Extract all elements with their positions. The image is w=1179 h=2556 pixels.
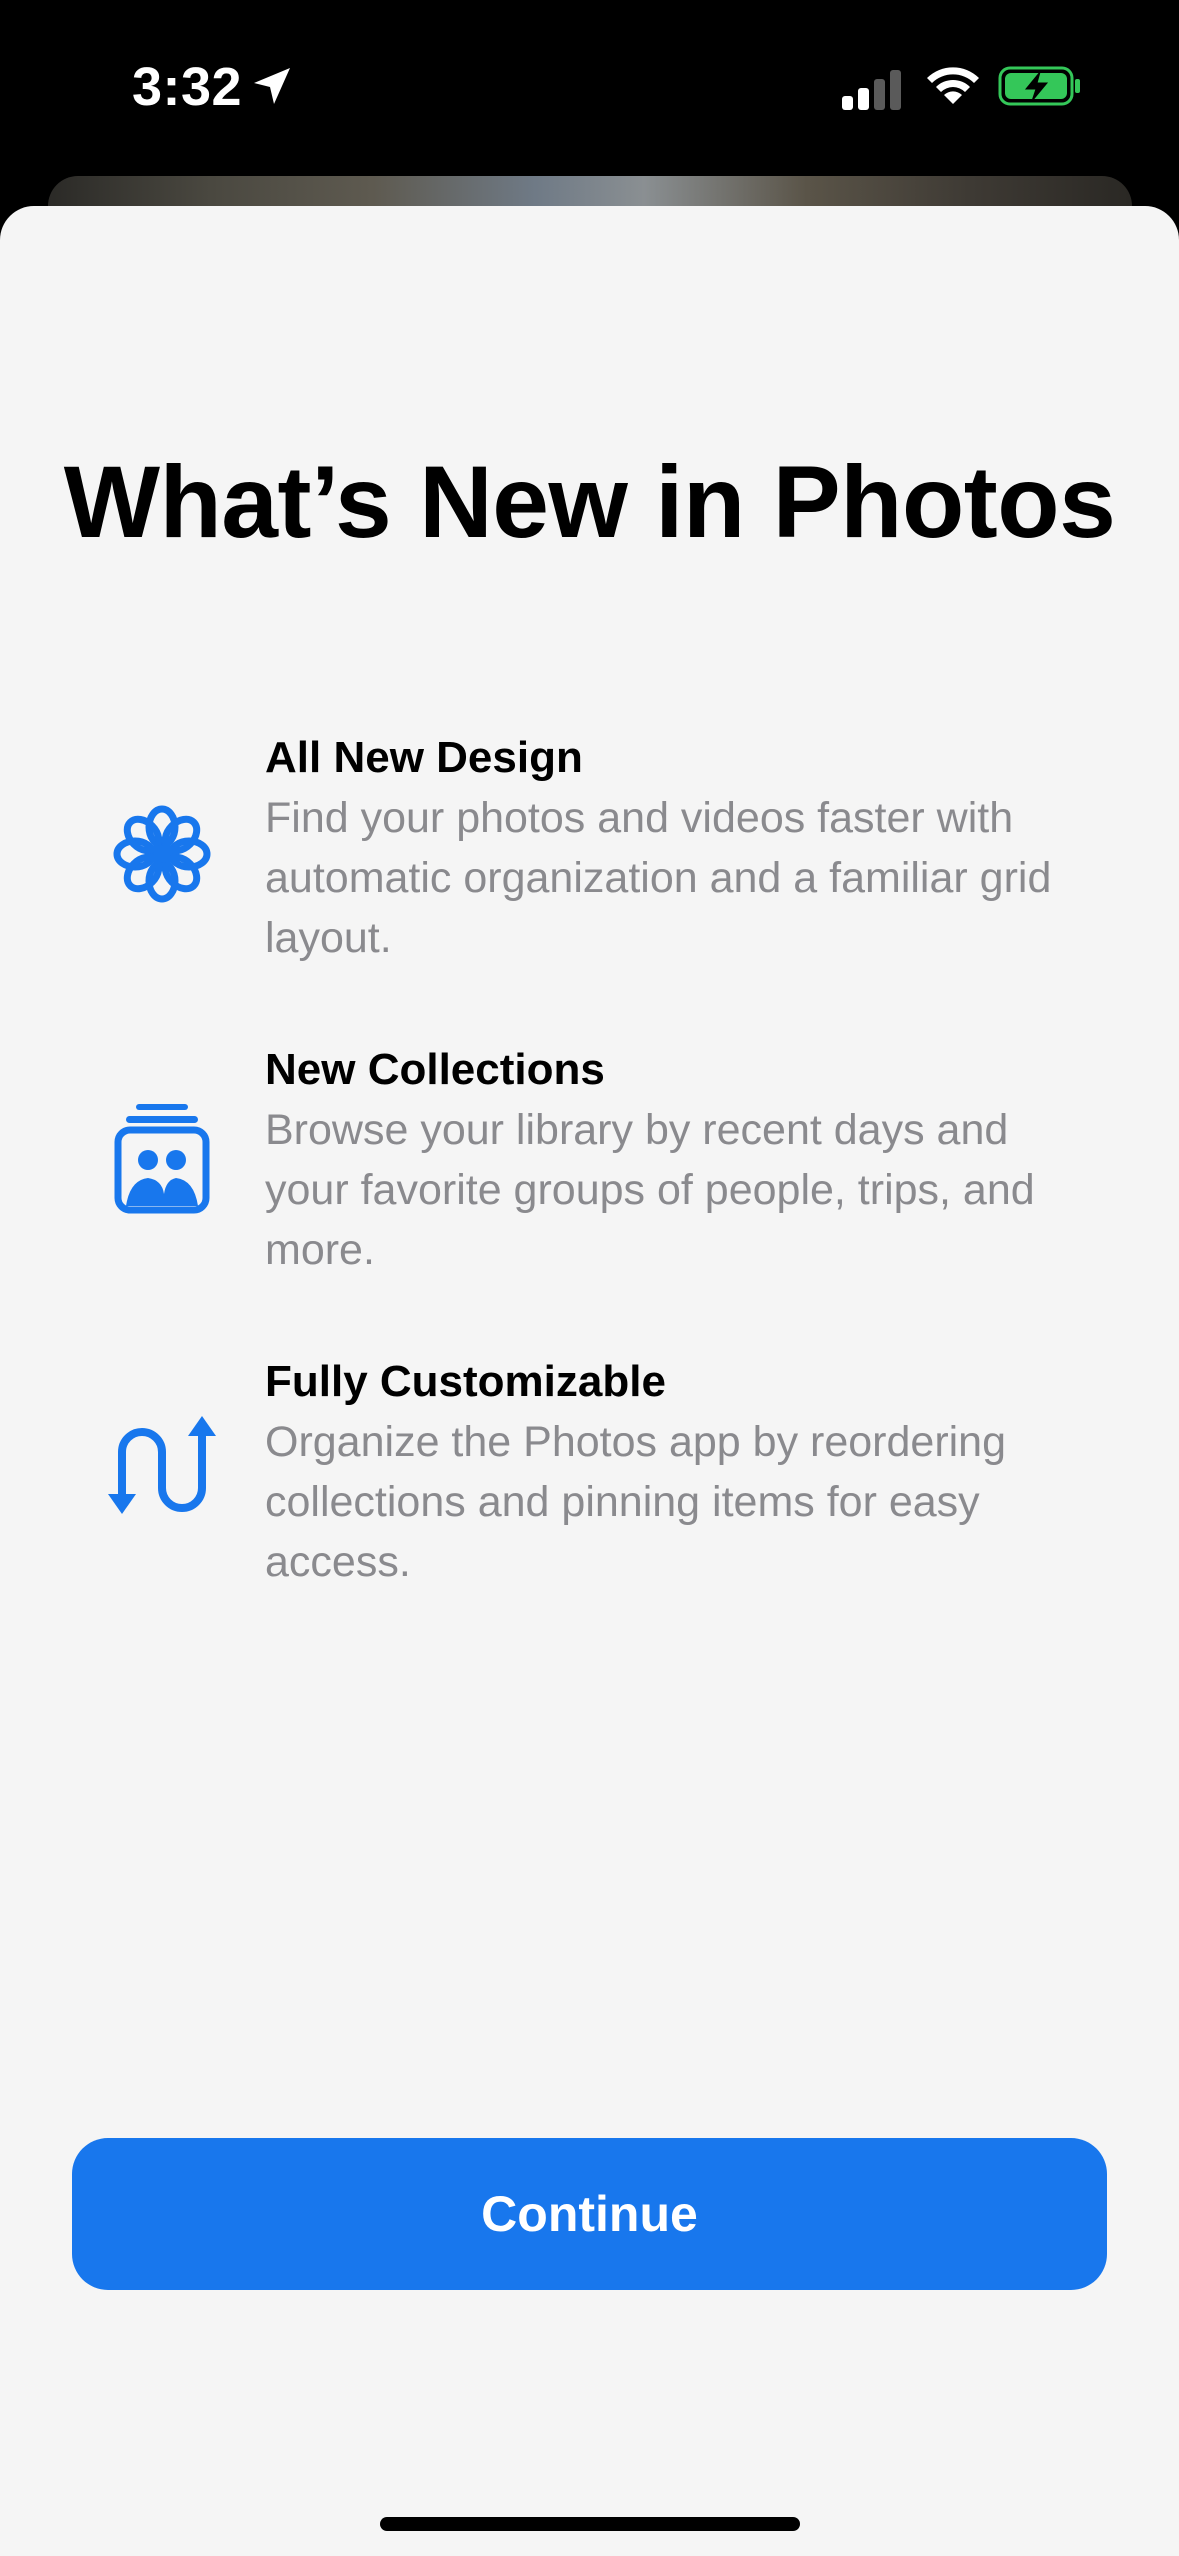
feature-text-customizable: Fully Customizable Organize the Photos a… — [265, 1352, 1095, 1592]
status-bar: 3:32 — [0, 0, 1179, 170]
home-indicator[interactable] — [380, 2517, 800, 2531]
status-time: 3:32 — [132, 57, 243, 117]
wifi-icon — [927, 67, 979, 104]
feature-description: Browse your library by recent days and y… — [265, 1106, 1035, 1274]
feature-text-collections: New Collections Browse your library by r… — [265, 1040, 1095, 1280]
feature-title: Fully Customizable — [265, 1357, 666, 1406]
feature-description: Organize the Photos app by reordering co… — [265, 1418, 1007, 1586]
battery-charging-icon — [998, 66, 1080, 106]
cellular-signal-icon — [842, 70, 901, 110]
sheet-title: What’s New in Photos — [63, 445, 1116, 559]
screen: 3:32 What’s New in Photos All New Design… — [0, 0, 1179, 2556]
feature-title: New Collections — [265, 1045, 605, 1094]
whats-new-sheet: What’s New in Photos All New Design Find… — [0, 206, 1179, 2556]
feature-description: Find your photos and videos faster with … — [265, 794, 1052, 962]
location-arrow-icon — [254, 68, 290, 104]
feature-text-design: All New Design Find your photos and vide… — [265, 728, 1095, 968]
feature-title: All New Design — [265, 733, 583, 782]
continue-button[interactable]: Continue — [72, 2138, 1107, 2290]
reorder-arrows-icon — [108, 1416, 216, 1514]
people-collection-icon — [114, 1104, 210, 1214]
flower-icon — [113, 805, 211, 903]
